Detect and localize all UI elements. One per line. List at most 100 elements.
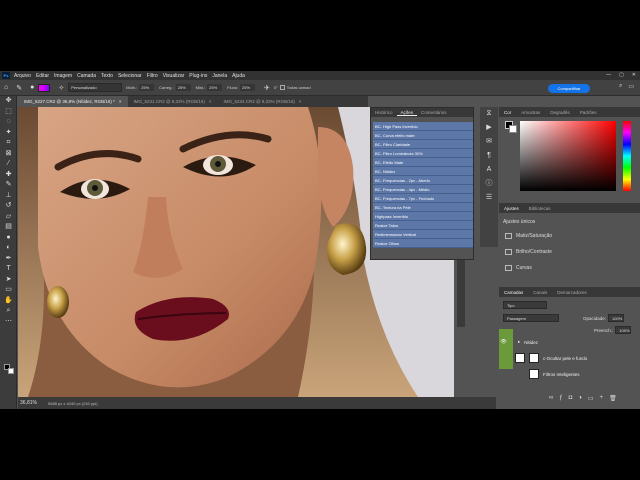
adjustment-brightness-contrast[interactable]: Brilho/Contraste <box>505 249 552 255</box>
path-select-tool-icon[interactable]: ➤ <box>0 275 17 286</box>
properties-icon[interactable]: ☰ <box>480 191 498 205</box>
trash-icon[interactable]: 🗑 <box>609 395 617 402</box>
more-tools-icon[interactable]: ⋯ <box>0 317 17 328</box>
action-item[interactable]: BC- Frequencias - 4px - Médio <box>373 185 473 194</box>
action-item[interactable]: BC- Nitidez <box>373 167 473 176</box>
tab-degrades[interactable]: Degradês <box>545 110 575 115</box>
background-color[interactable] <box>8 368 14 374</box>
action-item[interactable]: Realce Olhos <box>373 239 473 248</box>
eyedropper-tool-icon[interactable]: ⁄ <box>0 159 17 170</box>
layer-filter-select[interactable]: Tipo <box>503 301 547 309</box>
action-item[interactable]: BC- Frequencias - 7px - Fechado <box>373 194 473 203</box>
actions-play-icon[interactable]: ▶ <box>480 121 498 135</box>
tab-bibliotecas[interactable]: Bibliotecas <box>524 206 556 211</box>
foreground-background-colors[interactable] <box>4 364 14 374</box>
eraser-tool-icon[interactable]: ▱ <box>0 212 17 223</box>
action-item[interactable]: BC- Curva efeito mate <box>373 131 473 140</box>
load-value[interactable]: 25% <box>175 84 191 91</box>
opacity-value[interactable]: 100% <box>608 314 625 322</box>
close-icon[interactable]: ✕ <box>632 72 636 78</box>
tab-img-5227[interactable]: IMG_5227.CR2 @ 36,8% (Nítidez, RGB/16) *… <box>18 96 128 107</box>
lasso-tool-icon[interactable]: ◌ <box>0 117 17 128</box>
healing-tool-icon[interactable]: ✚ <box>0 170 17 181</box>
layer-group-nitidez[interactable]: 👁 ▸ Nitidez <box>499 335 640 349</box>
adjustments-heading[interactable]: Ajustes únicos <box>503 219 535 225</box>
menu-selecionar[interactable]: Selecionar <box>118 73 142 79</box>
info-icon[interactable]: ⓘ <box>480 177 498 191</box>
tab-img-5231[interactable]: IMG_5231.CR2 @ 8,33% (RGB/16) × <box>128 96 218 107</box>
tab-cor[interactable]: Cor <box>499 110 516 115</box>
pen-tool-icon[interactable]: ✒ <box>0 254 17 265</box>
mixer-brush-icon[interactable]: ✎ <box>16 84 22 92</box>
airbrush-icon[interactable]: ✈ <box>264 84 270 92</box>
menu-plugins[interactable]: Plug-ins <box>189 73 207 79</box>
close-icon[interactable]: × <box>209 99 212 104</box>
smart-filters-row[interactable]: Filtros Inteligentes <box>499 367 640 381</box>
move-tool-icon[interactable]: ✥ <box>0 96 17 107</box>
action-item[interactable]: BC- Textura na Pele <box>373 203 473 212</box>
preset-select[interactable]: Personalizado <box>68 83 123 92</box>
zoom-tool-icon[interactable]: ⌕ <box>0 306 17 317</box>
blend-mode-select[interactable]: Passagem <box>503 314 559 322</box>
zoom-level[interactable]: 36,81% <box>20 400 44 406</box>
adjustment-curves[interactable]: Curvas <box>505 265 532 271</box>
action-item[interactable]: Highpass Invertido <box>373 212 473 221</box>
adjustment-icon[interactable]: ◑ <box>578 395 582 402</box>
action-item[interactable]: BC- Filtro Luminância 30% <box>373 149 473 158</box>
tab-canais[interactable]: Canais <box>528 290 552 295</box>
search-icon[interactable]: ⌕ <box>619 83 622 90</box>
menu-ajuda[interactable]: Ajuda <box>232 73 245 79</box>
menu-editar[interactable]: Editar <box>36 73 49 79</box>
menu-texto[interactable]: Texto <box>101 73 113 79</box>
close-icon[interactable]: × <box>299 99 302 104</box>
mask-icon[interactable]: ◘ <box>569 395 573 402</box>
comments-icon[interactable]: ✉ <box>480 135 498 149</box>
menu-filtro[interactable]: Filtro <box>147 73 158 79</box>
action-item[interactable]: Realce Tatoo <box>373 221 473 230</box>
maximize-icon[interactable]: ▢ <box>619 72 624 78</box>
new-layer-icon[interactable]: + <box>600 395 604 402</box>
crop-tool-icon[interactable]: ⌗ <box>0 138 17 149</box>
mix-value[interactable]: 25% <box>207 84 223 91</box>
tab-camadas[interactable]: Camadas <box>499 290 528 295</box>
brush-preset-icon[interactable]: ● <box>30 84 34 91</box>
menu-camada[interactable]: Camada <box>77 73 96 79</box>
menu-janela[interactable]: Janela <box>212 73 227 79</box>
quick-select-tool-icon[interactable]: ✦ <box>0 128 17 139</box>
layer-ocultar-pele[interactable]: c-Ocultar pele e fundo <box>499 351 640 365</box>
brush-tool-icon[interactable]: ✎ <box>0 180 17 191</box>
action-item[interactable]: BC- Efeito Mate <box>373 158 473 167</box>
gradient-tool-icon[interactable]: ▤ <box>0 222 17 233</box>
sample-all-checkbox[interactable] <box>279 85 285 90</box>
eye-icon[interactable]: 👁 <box>499 339 508 345</box>
blur-tool-icon[interactable]: ● <box>0 233 17 244</box>
tab-historico[interactable]: Histórico <box>371 110 397 115</box>
glyph-icon[interactable]: A <box>480 163 498 177</box>
tab-comentarios[interactable]: Comentários <box>417 110 451 115</box>
action-item[interactable]: Redimensionar Vertical <box>373 230 473 239</box>
link-icon[interactable]: ∞ <box>549 395 553 402</box>
frame-tool-icon[interactable]: ⊠ <box>0 149 17 160</box>
dodge-tool-icon[interactable]: ◐ <box>0 243 17 254</box>
tab-padroes[interactable]: Padrões <box>575 110 602 115</box>
group-icon[interactable]: ▭ <box>588 395 594 402</box>
fx-icon[interactable]: ƒ <box>559 395 562 402</box>
type-tool-icon[interactable]: T <box>0 264 17 275</box>
hand-tool-icon[interactable]: ✋ <box>0 296 17 307</box>
history-brush-tool-icon[interactable]: ↺ <box>0 201 17 212</box>
clean-brush-icon[interactable]: ✧ <box>58 84 64 92</box>
wet-value[interactable]: 25% <box>139 84 155 91</box>
tab-amostras[interactable]: Amostras <box>516 110 545 115</box>
menu-imagem[interactable]: Imagem <box>54 73 72 79</box>
marquee-tool-icon[interactable]: ⬚ <box>0 107 17 118</box>
home-icon[interactable]: ⌂ <box>4 84 8 91</box>
angle-value[interactable]: 0° <box>274 85 278 90</box>
color-picker-field[interactable] <box>520 121 616 191</box>
tab-acoes[interactable]: Ações <box>396 110 418 116</box>
background-color[interactable] <box>509 125 517 133</box>
minimize-icon[interactable]: — <box>606 72 611 78</box>
close-icon[interactable]: × <box>119 99 122 104</box>
hue-slider[interactable] <box>623 121 631 191</box>
adjustment-hue-saturation[interactable]: Matiz/Saturação <box>505 233 552 239</box>
tab-ajustes[interactable]: Ajustes <box>499 206 524 211</box>
